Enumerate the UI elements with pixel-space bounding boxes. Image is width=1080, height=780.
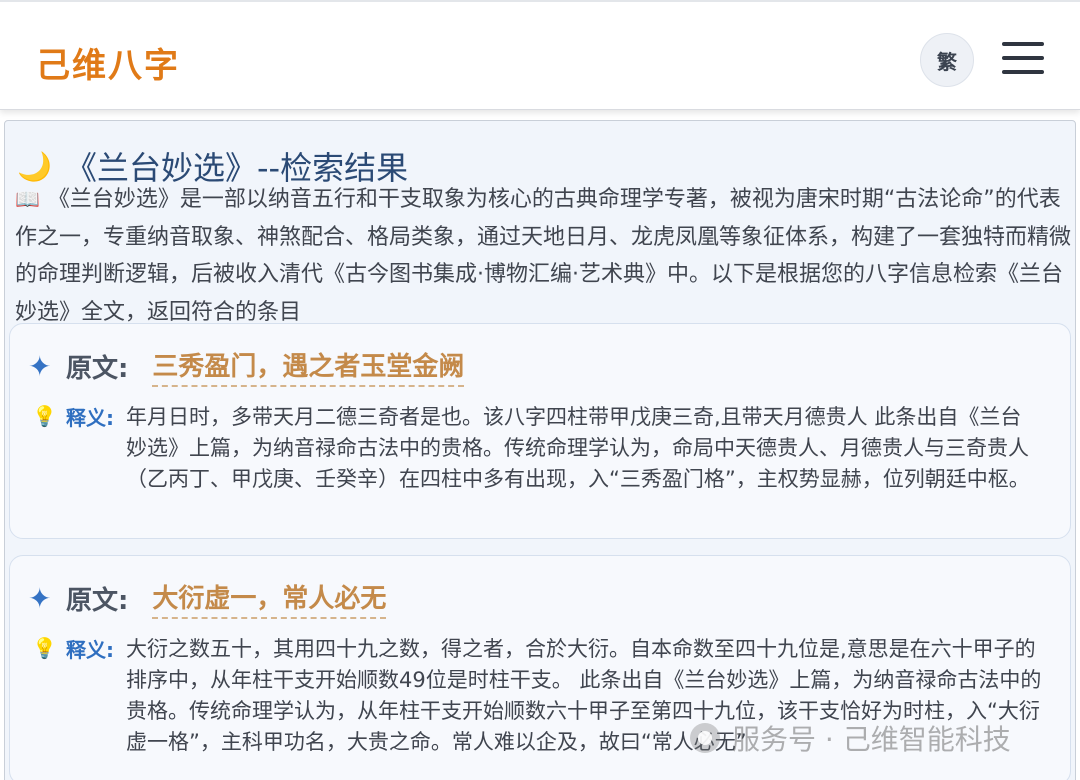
explanation-text: 年月日时，多带天月二德三奇者是也。该八字四柱带甲戊庚三奇,且带天月德贵人 此条出… (126, 405, 1030, 491)
watermark: 服务号 · 己维智能科技 (690, 718, 1011, 758)
original-label: 原文: (66, 586, 129, 616)
original-text-row: ✦ 原文: 大衍虚一，常人必无 (28, 578, 387, 619)
original-text[interactable]: 三秀盈门，遇之者玉堂金阙 (152, 346, 465, 387)
result-card: ✦ 原文: 三秀盈门，遇之者玉堂金阙 💡 释义: 年月日时，多带天月二德三奇者是… (9, 323, 1071, 539)
hamburger-menu-icon[interactable] (1002, 42, 1046, 76)
open-book-icon: 📖 (15, 187, 40, 211)
original-label: 原文: (66, 354, 129, 384)
sparkle-star-icon: ✦ (28, 350, 52, 383)
top-header: 己维八字 繁 (0, 0, 1080, 110)
crescent-moon-icon: 🌙 (17, 149, 52, 183)
results-panel: 🌙 《兰台妙选》--检索结果 📖 《兰台妙选》是一部以纳音五行和干支取象为核心的古… (4, 120, 1076, 780)
sparkle-star-icon: ✦ (28, 582, 52, 615)
intro-paragraph: 📖 《兰台妙选》是一部以纳音五行和干支取象为核心的古典命理学专著，被视为唐宋时期“… (15, 181, 1073, 331)
original-text[interactable]: 大衍虚一，常人必无 (152, 578, 387, 619)
app-logo[interactable]: 己维八字 (36, 38, 180, 87)
intro-text: 《兰台妙选》是一部以纳音五行和干支取象为核心的古典命理学专著，被视为唐宋时期“古… (15, 187, 1072, 325)
original-text-row: ✦ 原文: 三秀盈门，遇之者玉堂金阙 (28, 346, 465, 387)
watermark-text: 服务号 · 己维智能科技 (732, 723, 1011, 756)
wechat-service-icon (690, 723, 720, 753)
traditional-chinese-toggle-button[interactable]: 繁 (920, 33, 974, 87)
